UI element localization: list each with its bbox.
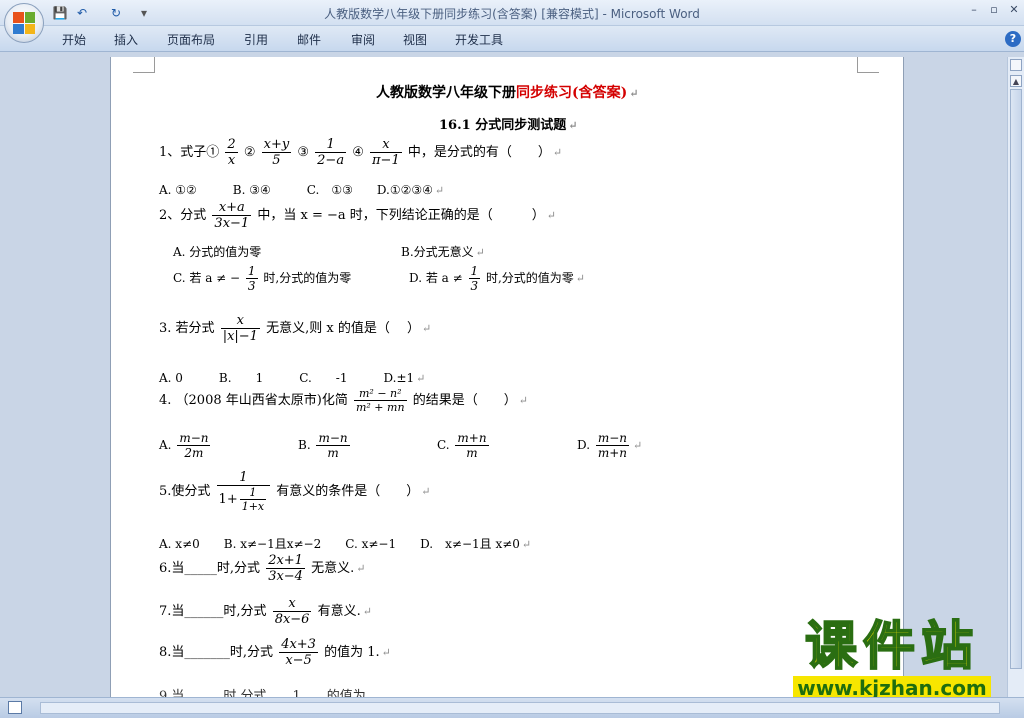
question-3-options: A. 0 B. 1 C. -1 D.±1 ↵ <box>159 371 426 385</box>
tab-references[interactable]: 引用 <box>244 31 268 48</box>
office-logo-icon <box>13 12 35 34</box>
status-bar <box>0 697 1024 718</box>
ruler-toggle-icon[interactable] <box>1010 59 1022 71</box>
tab-insert[interactable]: 插入 <box>114 31 138 48</box>
vertical-scrollbar[interactable]: ▲ <box>1007 57 1024 697</box>
question-9-partial: 9.当 时,分式 1 的值为 <box>159 689 366 697</box>
tab-review[interactable]: 审阅 <box>351 31 375 48</box>
question-4-option-b: B. m−n m <box>298 431 350 460</box>
document-subtitle: 16.1 分式同步测试题 ↵ <box>439 118 578 133</box>
title-bar: 💾 ↶ ↻ ▾ 人教版数学八年级下册同步练习(含答案) [兼容模式] - Mic… <box>0 0 1024 26</box>
question-5: 5.使分式 1 1+ 1 1+x 有意义的条件是（ ） ↵ <box>159 470 431 513</box>
question-4-option-c: C. m+n m <box>437 431 489 460</box>
tab-developer[interactable]: 开发工具 <box>455 31 503 48</box>
ribbon-tabs: 开始 插入 页面布局 引用 邮件 审阅 视图 开发工具 ? <box>0 26 1024 52</box>
question-3: 3. 若分式 x |x|−1 无意义,则 x 的值是（ ） ↵ <box>159 313 432 344</box>
question-4-option-d: D. m−n m+n ↵ <box>577 431 643 460</box>
question-5-options: A. x≠0 B. x≠−1且x≠−2 C. x≠−1 D. x≠−1且 x≠0… <box>159 537 532 551</box>
question-2-option-c: C. 若 a ≠ − 13 时,分式的值为零 <box>173 264 352 293</box>
close-button[interactable]: ✕ <box>1005 2 1023 18</box>
office-button[interactable] <box>4 3 44 43</box>
scroll-up-icon[interactable]: ▲ <box>1010 75 1022 87</box>
question-4: 4. （2008 年山西省太原市)化简 m² − n² m² + mn 的结果是（… <box>159 387 528 414</box>
minimize-button[interactable]: – <box>965 2 983 18</box>
watermark-logo: 课件站 www.kjzhan.com <box>772 617 1012 700</box>
watermark-title: 课件站 <box>804 617 979 677</box>
question-2: 2、分式 x+a 3x−1 中，当 x = −a 时，下列结论正确的是（ ） ↵ <box>159 200 556 231</box>
tab-home[interactable]: 开始 <box>62 31 86 48</box>
horizontal-scrollbar[interactable] <box>40 702 1000 714</box>
question-7: 7.当______时,分式 x 8x−6 有意义. ↵ <box>159 596 372 627</box>
question-2-option-a: A. 分式的值为零 <box>173 245 262 259</box>
corner-mark <box>857 57 879 73</box>
question-2-option-d: D. 若 a ≠ 13 时,分式的值为零 ↵ <box>409 264 586 293</box>
tab-mailings[interactable]: 邮件 <box>297 31 321 48</box>
tab-view[interactable]: 视图 <box>403 31 427 48</box>
corner-mark <box>133 57 155 73</box>
question-2-option-b: B.分式无意义 ↵ <box>401 245 485 259</box>
document-view-icon[interactable] <box>8 701 22 714</box>
question-1-options: A. ①② B. ③④ C. ①③ D.①②③④ ↵ <box>159 183 445 197</box>
scrollbar-thumb[interactable] <box>1010 89 1022 669</box>
help-icon[interactable]: ? <box>1005 31 1021 47</box>
restore-button[interactable]: ▫ <box>985 2 1003 18</box>
document-title: 人教版数学八年级下册同步练习(含答案) ↵ <box>376 85 639 101</box>
tab-page-layout[interactable]: 页面布局 <box>167 31 215 48</box>
question-8: 8.当_______时,分式 4x+3 x−5 的值为 1. ↵ <box>159 637 391 668</box>
question-6: 6.当_____时,分式 2x+1 3x−4 无意义. ↵ <box>159 553 366 584</box>
question-1: 1、式子① 2x ② x+y 5 ③ 1 2−a ④ x π−1 中，是分式的有（ ）… <box>159 137 563 168</box>
question-4-option-a: A. m−n 2m <box>159 431 211 460</box>
document-page[interactable]: 人教版数学八年级下册同步练习(含答案) ↵ 16.1 分式同步测试题 ↵ 1、式子①… <box>110 57 904 697</box>
window-title: 人教版数学八年级下册同步练习(含答案) [兼容模式] - Microsoft W… <box>324 7 700 21</box>
